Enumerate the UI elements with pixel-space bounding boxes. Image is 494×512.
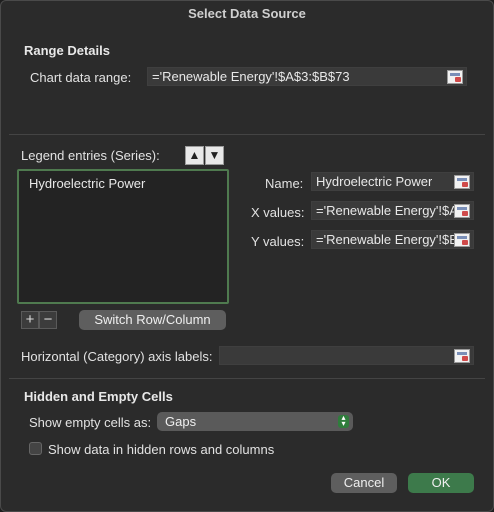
legend-entries-label: Legend entries (Series): [21, 148, 160, 163]
y-values-value: ='Renewable Energy'!$B [316, 232, 456, 247]
ok-button[interactable]: OK [408, 473, 474, 493]
move-up-button[interactable]: ▲ [185, 146, 204, 165]
series-list[interactable]: Hydroelectric Power [17, 169, 229, 304]
show-empty-label: Show empty cells as: [29, 415, 152, 430]
cancel-button[interactable]: Cancel [331, 473, 397, 493]
series-name-value: Hydroelectric Power [316, 174, 433, 189]
series-name-field[interactable]: Hydroelectric Power [311, 172, 474, 191]
show-empty-select[interactable]: Gaps ▴ ▾ [157, 412, 353, 431]
series-list-item[interactable]: Hydroelectric Power [29, 176, 145, 191]
x-picker-icon[interactable] [454, 204, 470, 218]
category-axis-field[interactable] [219, 346, 474, 365]
x-values-field[interactable]: ='Renewable Energy'!$A [311, 201, 474, 220]
y-picker-icon[interactable] [454, 233, 470, 247]
x-values-value: ='Renewable Energy'!$A [316, 203, 456, 218]
x-values-label: X values: [251, 205, 305, 220]
add-series-button[interactable]: + [21, 311, 39, 329]
dialog-title: Select Data Source [188, 6, 306, 21]
switch-row-column-button[interactable]: Switch Row/Column [79, 310, 226, 330]
range-picker-icon[interactable] [447, 70, 463, 84]
select-data-source-dialog: Select Data Source Range Details Chart d… [0, 0, 494, 512]
show-empty-value: Gaps [165, 414, 197, 429]
chart-range-value: ='Renewable Energy'!$A$3:$B$73 [152, 69, 350, 84]
range-details-heading: Range Details [24, 43, 110, 58]
remove-series-button[interactable]: − [39, 311, 57, 329]
hidden-empty-heading: Hidden and Empty Cells [24, 389, 173, 404]
y-values-label: Y values: [251, 234, 305, 249]
chart-range-field[interactable]: ='Renewable Energy'!$A$3:$B$73 [147, 67, 467, 86]
show-hidden-checkbox[interactable] [29, 442, 42, 455]
divider [9, 378, 485, 379]
chart-range-label: Chart data range: [30, 70, 132, 85]
series-name-label: Name: [265, 176, 304, 191]
name-picker-icon[interactable] [454, 175, 470, 189]
chevron-updown-icon: ▴ ▾ [338, 414, 349, 428]
category-axis-label: Horizontal (Category) axis labels: [21, 349, 213, 364]
show-hidden-label: Show data in hidden rows and columns [48, 442, 275, 457]
arrow-up-icon: ▲ [188, 148, 201, 162]
divider [9, 134, 485, 135]
move-down-button[interactable]: ▼ [205, 146, 224, 165]
arrow-down-icon: ▼ [208, 148, 221, 162]
axis-picker-icon[interactable] [454, 349, 470, 363]
y-values-field[interactable]: ='Renewable Energy'!$B [311, 230, 474, 249]
